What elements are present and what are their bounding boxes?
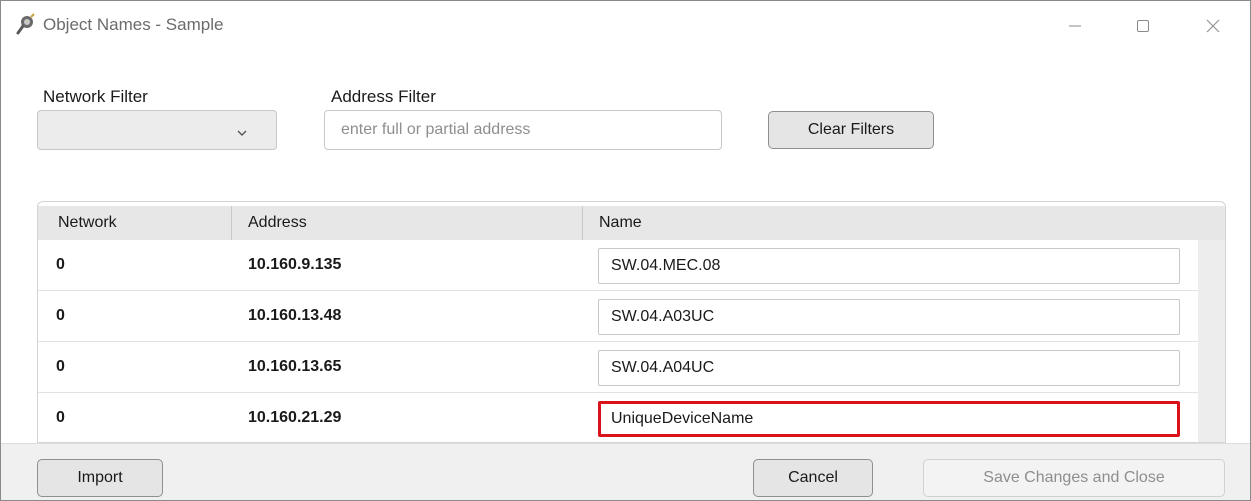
table-header: Network Address Name xyxy=(38,206,1225,240)
network-cell: 0 xyxy=(56,409,65,426)
column-divider[interactable] xyxy=(231,206,232,240)
title-bar: Object Names - Sample xyxy=(1,1,1250,51)
table-row[interactable]: 0 10.160.13.65 xyxy=(38,342,1198,393)
network-filter-label: Network Filter xyxy=(43,87,148,106)
network-cell: 0 xyxy=(56,358,65,375)
table-row[interactable]: 0 10.160.9.135 xyxy=(38,240,1198,291)
object-names-table: Network Address Name 0 10.160.9.135 0 10… xyxy=(37,201,1226,443)
address-cell: 10.160.13.65 xyxy=(248,358,342,375)
name-field[interactable] xyxy=(598,299,1180,335)
cancel-button[interactable]: Cancel xyxy=(753,459,873,497)
minimize-icon xyxy=(1068,19,1082,33)
clear-filters-button[interactable]: Clear Filters xyxy=(768,111,934,149)
column-header-address[interactable]: Address xyxy=(248,206,307,240)
import-button[interactable]: Import xyxy=(37,459,163,497)
object-names-window: Object Names - Sample Network Filter Add… xyxy=(0,0,1251,501)
close-button[interactable] xyxy=(1184,1,1242,51)
name-field[interactable] xyxy=(598,248,1180,284)
minimize-button[interactable] xyxy=(1046,1,1104,51)
column-header-name[interactable]: Name xyxy=(599,206,642,240)
vertical-scrollbar[interactable] xyxy=(1198,240,1225,442)
table-row[interactable]: 0 10.160.13.48 xyxy=(38,291,1198,342)
address-filter-label: Address Filter xyxy=(331,87,436,106)
maximize-button[interactable] xyxy=(1114,1,1172,51)
window-title: Object Names - Sample xyxy=(43,15,224,34)
address-cell: 10.160.13.48 xyxy=(248,307,342,324)
column-divider[interactable] xyxy=(582,206,583,240)
address-cell: 10.160.21.29 xyxy=(248,409,342,426)
address-filter-input[interactable] xyxy=(324,110,722,150)
chevron-down-icon xyxy=(236,125,248,143)
network-filter-select[interactable] xyxy=(37,110,277,150)
app-icon xyxy=(15,13,37,35)
footer-bar: Import Cancel Save Changes and Close xyxy=(1,443,1250,500)
name-field[interactable] xyxy=(598,350,1180,386)
column-header-network[interactable]: Network xyxy=(58,206,117,240)
table-row[interactable]: 0 10.160.21.29 xyxy=(38,393,1198,442)
save-changes-button[interactable]: Save Changes and Close xyxy=(923,459,1225,497)
name-field-focused[interactable] xyxy=(598,401,1180,437)
address-cell: 10.160.9.135 xyxy=(248,256,342,273)
maximize-icon xyxy=(1136,19,1150,33)
network-cell: 0 xyxy=(56,256,65,273)
network-cell: 0 xyxy=(56,307,65,324)
close-icon xyxy=(1206,19,1220,33)
